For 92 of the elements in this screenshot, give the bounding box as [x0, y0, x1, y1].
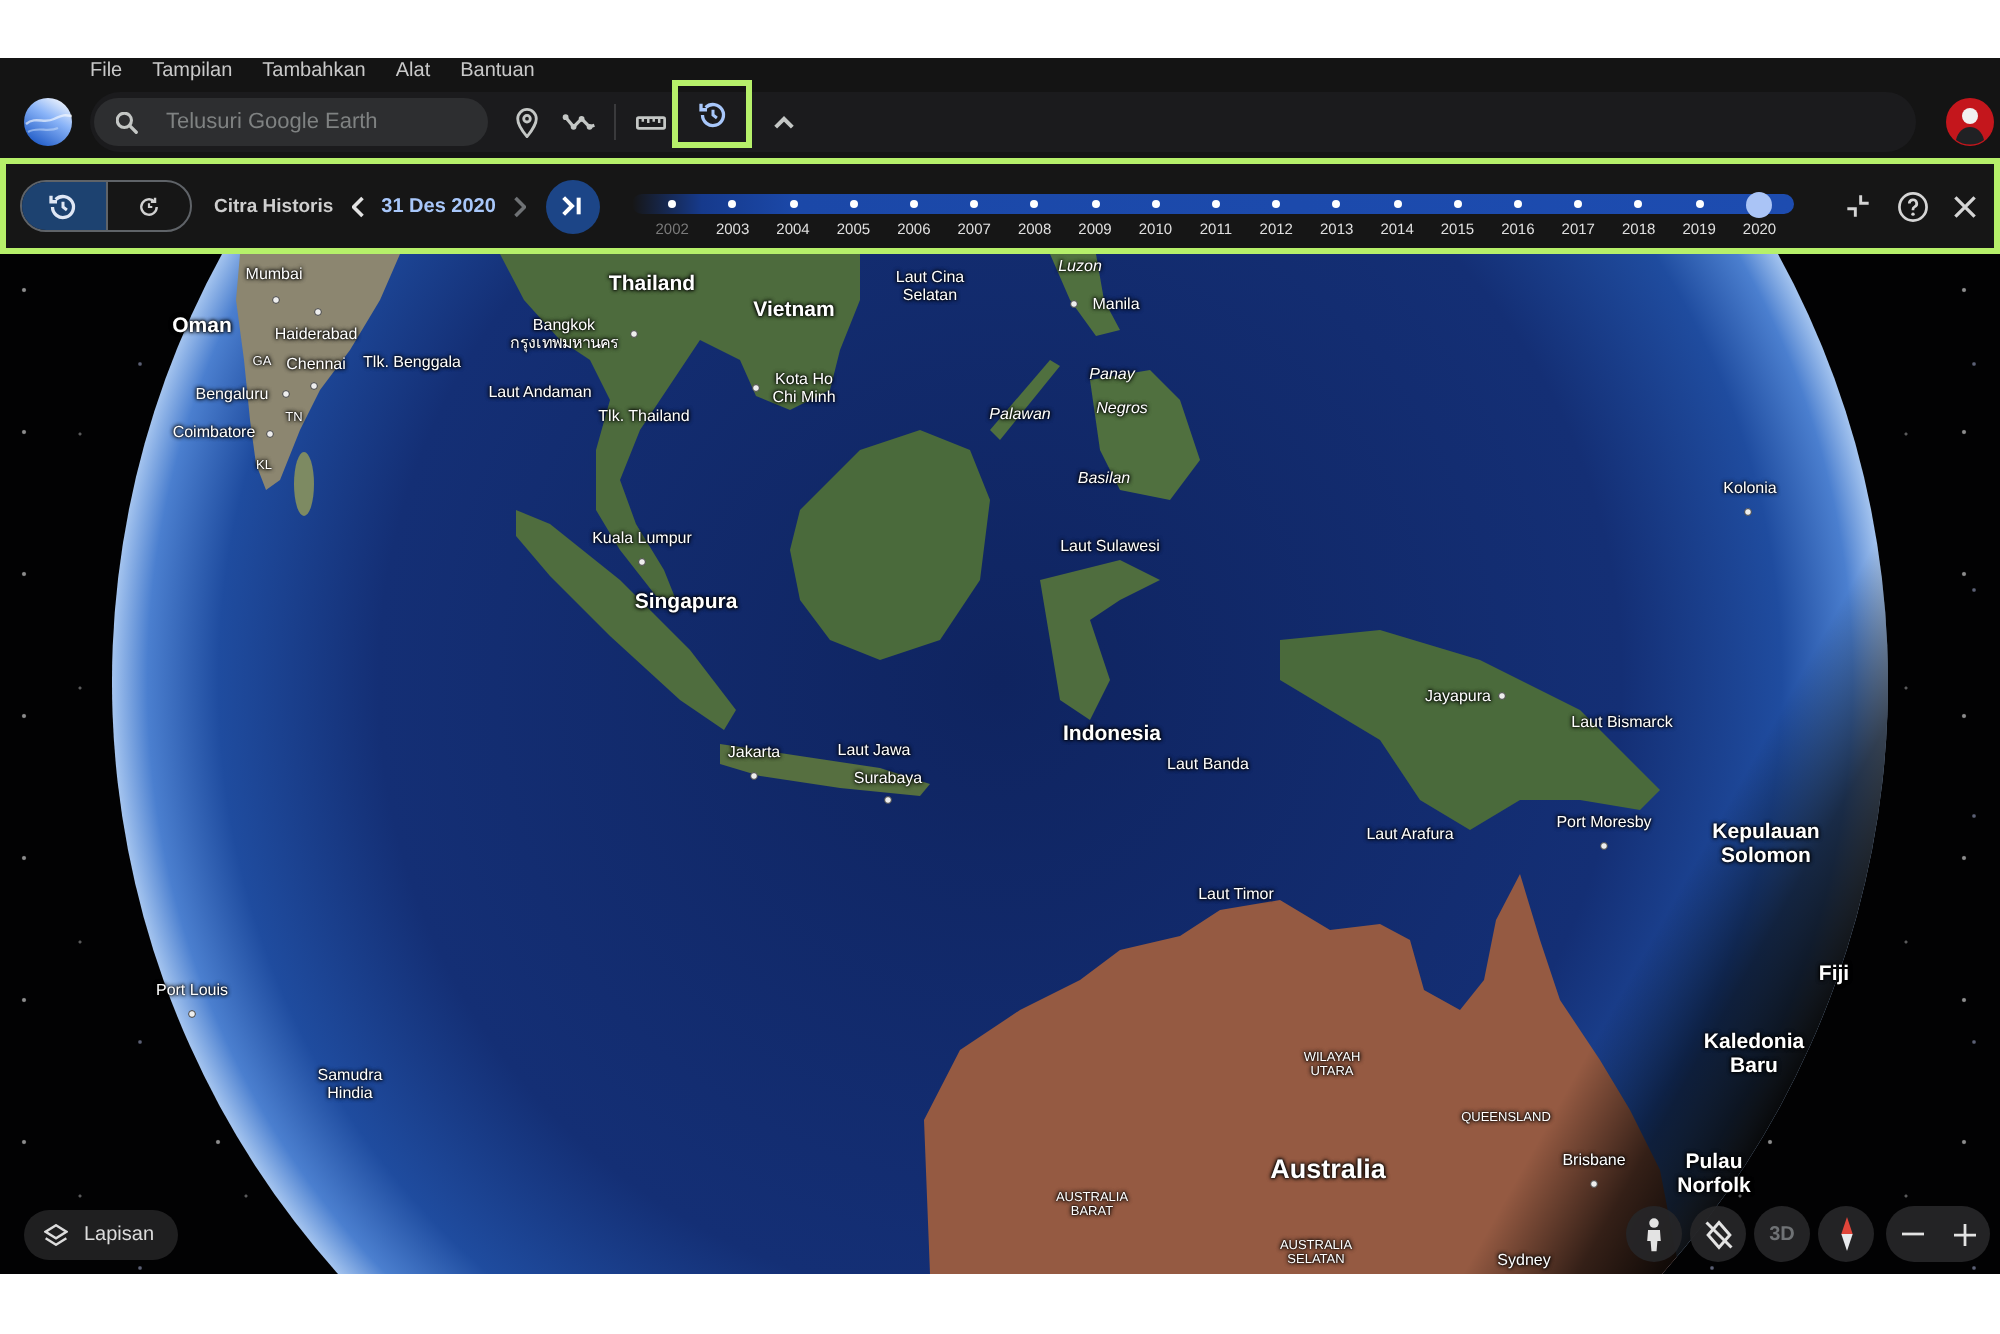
menu-item[interactable]: File: [90, 60, 123, 84]
menu-item[interactable]: Tampilan: [152, 60, 233, 84]
panel-title: Citra Historis: [214, 195, 334, 217]
map-label: Bengaluru: [195, 384, 269, 404]
city-dot-icon: [884, 796, 892, 804]
layers-button[interactable]: Lapisan: [24, 1210, 179, 1260]
map-label: Kaledonia Baru: [1703, 1029, 1805, 1079]
map-label: Laut Banda: [1167, 754, 1249, 774]
map-label: Fiji: [1818, 961, 1850, 987]
city-dot-icon: [310, 382, 318, 390]
city-dot-icon: [752, 384, 760, 392]
map-label: Laut Cina Selatan: [895, 267, 965, 305]
map-label: Laut Bismarck: [1571, 712, 1673, 732]
chevron-left-icon: [351, 195, 364, 217]
map-label: Bangkok กรุงเทพมหานคร: [510, 315, 618, 353]
compass-icon: [1839, 1216, 1853, 1252]
city-dot-icon: [630, 330, 638, 338]
map-label: Samudra Hindia: [317, 1065, 383, 1103]
latest-button[interactable]: [545, 179, 600, 233]
search-icon: [116, 111, 138, 133]
map-label: Laut Sulawesi: [1060, 536, 1160, 556]
city-dot-icon: [272, 296, 280, 304]
map-label: Singapura: [634, 589, 738, 615]
map-label: Thailand: [608, 271, 696, 297]
chevron-right-icon: [513, 195, 526, 217]
map-label: Jakarta: [727, 742, 781, 762]
city-dot-icon: [1744, 508, 1752, 516]
map-label: Surabaya: [853, 768, 923, 788]
city-dot-icon: [282, 390, 290, 398]
search-field[interactable]: Telusuri Google Earth: [94, 98, 488, 146]
history-icon: [48, 191, 79, 221]
map-label: Luzon: [1058, 256, 1102, 276]
ruler-icon: [636, 115, 666, 129]
city-dot-icon: [750, 772, 758, 780]
map-label: Laut Andaman: [488, 382, 592, 402]
map-label: Port Moresby: [1556, 812, 1652, 832]
city-dot-icon: [1600, 842, 1608, 850]
city-dot-icon: [1590, 1180, 1598, 1188]
help-icon: [1897, 191, 1927, 221]
map-label: Tlk. Thailand: [598, 406, 690, 426]
menu-item[interactable]: Tambahkan: [262, 60, 366, 84]
city-dot-icon: [1070, 300, 1078, 308]
map-label: Brisbane: [1562, 1150, 1626, 1170]
map-label: Panay: [1089, 364, 1135, 384]
city-dot-icon: [314, 308, 322, 316]
menu-item[interactable]: Bantuan: [460, 60, 535, 84]
collapse-icon: [1846, 194, 1870, 218]
map-label: Tlk. Benggala: [363, 352, 461, 372]
globe-logo: [24, 98, 72, 146]
map-label: Sydney: [1497, 1250, 1551, 1270]
timeline-track[interactable]: [632, 194, 1794, 214]
close-icon: [1953, 195, 1975, 217]
person-icon: [1646, 1217, 1662, 1251]
city-dot-icon: [1498, 692, 1506, 700]
map-label: Laut Timor: [1198, 884, 1274, 904]
city-dot-icon: [266, 430, 274, 438]
map-label: Haiderabad: [274, 324, 358, 344]
map-label: Australia: [1270, 1154, 1386, 1186]
placemark-icon: [516, 107, 538, 137]
history-icon: [697, 99, 727, 129]
map-label: Mumbai: [245, 264, 303, 284]
city-dot-icon: [638, 558, 646, 566]
map-label: Kepulauan Solomon: [1712, 819, 1820, 869]
map-label: Laut Arafura: [1366, 824, 1454, 844]
map-label: Indonesia: [1063, 721, 1161, 747]
line-path-icon: [562, 114, 598, 130]
map-label: Kota Ho Chi Minh: [772, 369, 836, 407]
menu-item[interactable]: Alat: [395, 60, 431, 84]
map-label: Laut Jawa: [837, 740, 911, 760]
crossed-out-icon: [1703, 1219, 1733, 1249]
map-label: Coimbatore: [172, 422, 256, 442]
map-label: Negros: [1096, 398, 1148, 418]
map-label: Basilan: [1077, 468, 1131, 488]
minus-icon: [1901, 1232, 1923, 1236]
map-label: Jayapura: [1425, 686, 1491, 706]
map-label: Kuala Lumpur: [592, 528, 692, 548]
map-label: Manila: [1092, 294, 1140, 314]
skip-end-icon: [562, 196, 583, 216]
mode-button[interactable]: [22, 182, 105, 230]
map-label: Palawan: [989, 404, 1051, 424]
clock-icon: [137, 195, 160, 217]
date-text: 31 Des 2020: [381, 195, 496, 217]
map-label: Kolonia: [1723, 478, 1777, 498]
avatar-icon[interactable]: [1946, 98, 1994, 146]
help-button[interactable]: [1896, 186, 1928, 226]
map-label: Pulau Norfolk: [1677, 1149, 1751, 1199]
city-dot-icon: [188, 1010, 196, 1018]
layers-icon: [44, 1224, 68, 1246]
chevron-up-icon: [774, 115, 794, 129]
plus-icon: [1953, 1223, 1975, 1245]
timeline-thumb[interactable]: [1746, 191, 1773, 217]
map-label: Vietnam: [753, 297, 835, 323]
